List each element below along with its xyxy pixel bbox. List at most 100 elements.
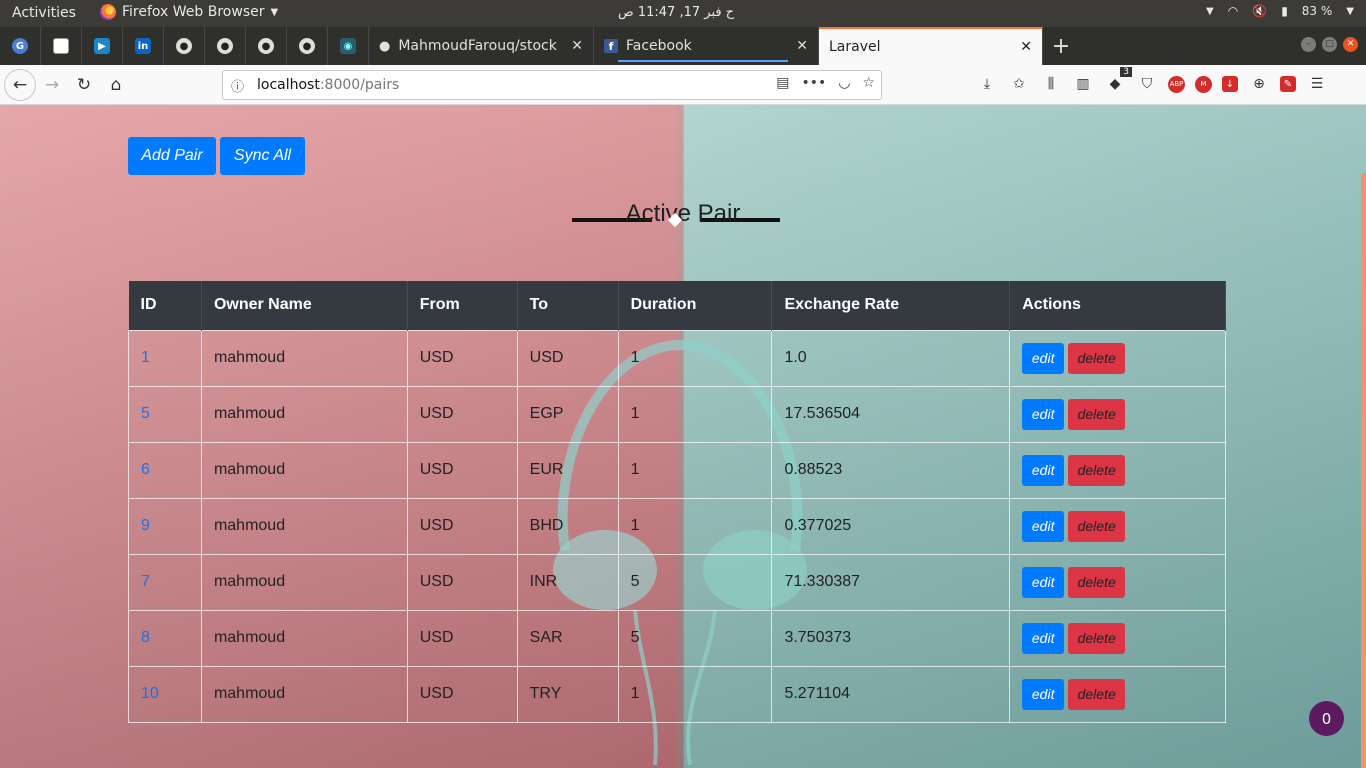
adblock-icon[interactable]: ABP [1168, 75, 1185, 93]
download-helper-icon[interactable]: ⊕ [1248, 73, 1270, 95]
pinned-tab-app[interactable]: ◉ [328, 27, 369, 65]
pinned-tab-linkedin[interactable]: in [123, 27, 164, 65]
pinned-tab-github-2[interactable]: ● [205, 27, 246, 65]
pair-id-link[interactable]: 10 [141, 685, 159, 702]
edit-button[interactable]: edit [1022, 342, 1065, 374]
from-cell: USD [406, 385, 518, 443]
tab-facebook[interactable]: f Facebook ✕ [594, 27, 819, 65]
pair-id-link[interactable]: 1 [141, 349, 150, 366]
hamburger-menu-icon[interactable]: ☰ [1306, 73, 1328, 95]
chevron-down-icon: ▼ [270, 6, 279, 18]
bookmarks-star-icon[interactable]: ✩ [1008, 73, 1030, 95]
owner-cell: mahmoud [200, 497, 408, 555]
edit-button[interactable]: edit [1022, 622, 1065, 654]
more-actions-icon[interactable]: ••• [801, 75, 826, 91]
pinned-tab-github-3[interactable]: ● [246, 27, 287, 65]
edit-button[interactable]: edit [1022, 454, 1065, 486]
maximize-icon[interactable]: □ [1322, 37, 1337, 52]
rate-cell: 71.330387 [771, 553, 1011, 611]
rate-cell: 17.536504 [771, 385, 1011, 443]
delete-button[interactable]: delete [1068, 454, 1126, 486]
app-menu[interactable]: Firefox Web Browser ▼ [100, 4, 278, 20]
pocket-icon[interactable]: ◡ [838, 75, 850, 91]
sidebar-icon[interactable]: ▥ [1072, 73, 1094, 95]
library-icon[interactable]: ⫼ [1040, 73, 1062, 95]
home-icon[interactable]: ⌂ [100, 69, 132, 101]
back-arrow-icon[interactable]: ← [4, 68, 36, 101]
delete-button[interactable]: delete [1068, 398, 1126, 430]
editor-extension-icon[interactable]: ✎ [1280, 76, 1296, 92]
new-tab-button[interactable]: + [1043, 27, 1079, 65]
volume-muted-icon: 🔇 [1252, 4, 1268, 18]
page-scrollbar[interactable] [1361, 173, 1366, 768]
system-tray[interactable]: ▼ ◠ 🔇 ▮ 83 % ▼ [1206, 4, 1354, 18]
from-cell: USD [406, 329, 518, 387]
edit-button[interactable]: edit [1022, 678, 1065, 710]
reader-view-icon[interactable]: ▤ [776, 75, 789, 91]
owner-cell: mahmoud [200, 385, 408, 443]
column-header-actions: Actions [1009, 281, 1226, 330]
shield-icon[interactable]: ⛉ [1136, 73, 1158, 95]
linkedin-icon: in [135, 38, 151, 54]
close-icon[interactable]: ✕ [571, 38, 583, 54]
edit-button[interactable]: edit [1022, 510, 1065, 542]
column-header-id: ID [128, 281, 202, 330]
to-cell: EUR [516, 441, 619, 499]
pairs-table: ID Owner Name From To Duration Exchange … [128, 281, 1226, 723]
download-icon[interactable]: ⤓ [976, 73, 998, 95]
from-cell: USD [406, 441, 518, 499]
pinned-tab-github-4[interactable]: ● [287, 27, 328, 65]
pinned-tab-google[interactable]: G [0, 27, 41, 65]
tab-loading-underline [618, 60, 788, 62]
chevron-down-icon: ▼ [1346, 5, 1354, 17]
owner-cell: mahmoud [200, 553, 408, 611]
url-actions: ▤ ••• ◡ ☆ [776, 75, 875, 91]
clock[interactable]: ح فبر 17, 11:47 ص [618, 5, 734, 20]
delete-button[interactable]: delete [1068, 566, 1126, 598]
pair-id-link[interactable]: 7 [141, 573, 150, 590]
pair-id-link[interactable]: 8 [141, 629, 150, 646]
pair-id-link[interactable]: 9 [141, 517, 150, 534]
page-content: Add Pair Sync All Active Pair ID Owner N… [0, 105, 1366, 768]
add-pair-button[interactable]: Add Pair [128, 137, 216, 175]
to-cell: USD [516, 329, 619, 387]
save-extension-icon[interactable]: ↓ [1222, 76, 1238, 92]
extension-badge-icon[interactable]: ◆ 3 [1104, 67, 1132, 95]
info-icon[interactable]: ⓘ [231, 76, 253, 95]
mega-icon[interactable]: M [1195, 75, 1212, 93]
url-bar[interactable]: ⓘ localhost:8000/pairs ▤ ••• ◡ ☆ [222, 70, 882, 100]
pair-id-link[interactable]: 6 [141, 461, 150, 478]
actions-cell: edit delete [1009, 329, 1226, 387]
delete-button[interactable]: delete [1068, 342, 1126, 374]
delete-button[interactable]: delete [1068, 678, 1126, 710]
forward-arrow-icon[interactable]: → [36, 69, 68, 101]
tab-laravel[interactable]: Laravel ✕ [819, 27, 1043, 65]
pinned-tab-github-1[interactable]: ● [164, 27, 205, 65]
pinned-tab-video[interactable]: ▶ [82, 27, 123, 65]
pair-id-link[interactable]: 5 [141, 405, 150, 422]
bookmark-star-icon[interactable]: ☆ [862, 75, 875, 91]
battery-level: 83 % [1301, 4, 1333, 18]
close-window-icon[interactable]: ✕ [1343, 37, 1358, 52]
tab-github-stock[interactable]: ● MahmoudFarouq/stock ✕ [369, 27, 594, 65]
edit-button[interactable]: edit [1022, 566, 1065, 598]
edit-button[interactable]: edit [1022, 398, 1065, 430]
table-row: 10 mahmoud USD TRY 1 5.271104 edit delete [128, 665, 1226, 723]
duration-cell: 1 [617, 329, 773, 387]
url-path: :8000/pairs [319, 77, 400, 93]
close-icon[interactable]: ✕ [1020, 39, 1032, 55]
delete-button[interactable]: delete [1068, 510, 1126, 542]
activities-button[interactable]: Activities [12, 5, 76, 21]
table-row: 5 mahmoud USD EGP 1 17.536504 edit delete [128, 385, 1226, 443]
delete-button[interactable]: delete [1068, 622, 1126, 654]
minimize-icon[interactable]: – [1301, 37, 1316, 52]
close-icon[interactable]: ✕ [796, 38, 808, 54]
chat-notification-bubble[interactable]: 0 [1309, 701, 1344, 736]
github-icon: ● [379, 38, 391, 54]
sync-all-button[interactable]: Sync All [220, 137, 305, 175]
github-icon: ● [258, 38, 274, 54]
duration-cell: 1 [617, 385, 773, 443]
toolbar-right: ⤓ ✩ ⫼ ▥ ◆ 3 ⛉ ABP M ↓ ⊕ ✎ ☰ [976, 67, 1328, 95]
pinned-tab-page[interactable] [41, 27, 82, 65]
reload-icon[interactable]: ↻ [68, 69, 100, 101]
